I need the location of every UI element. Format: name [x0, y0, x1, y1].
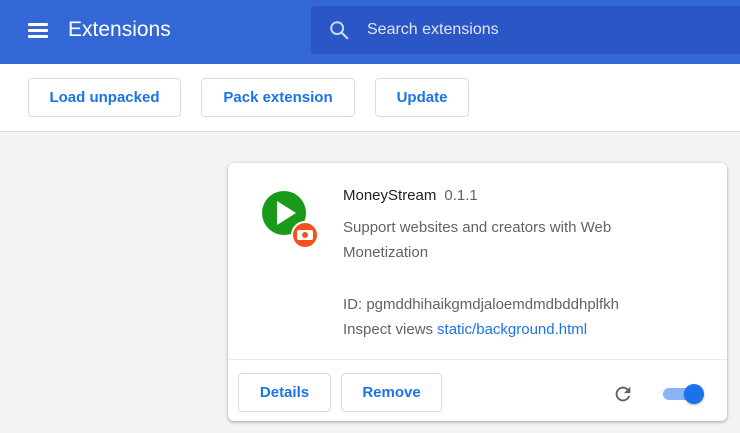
extension-version: 0.1.1 [444, 187, 478, 204]
extension-description: Support websites and creators with Web M… [343, 219, 612, 261]
toggle-knob [684, 384, 704, 404]
app-header: Extensions [0, 0, 740, 64]
extension-card: MoneyStream 0.1.1 Support websites and cr… [228, 163, 727, 421]
page-title: Extensions [68, 18, 171, 41]
enable-toggle[interactable] [663, 384, 705, 404]
extension-name-row: MoneyStream 0.1.1 [343, 187, 478, 204]
load-unpacked-button[interactable]: Load unpacked [28, 78, 181, 117]
inspect-views-row: Inspect views static/background.html [343, 321, 587, 338]
extension-id: pgmddhihaikgmdjaloemdmdbddhplfkh [366, 296, 619, 313]
developer-toolbar: Load unpacked Pack extension Update [0, 64, 740, 132]
inspect-views-label: Inspect views [343, 321, 434, 338]
hamburger-menu-icon[interactable] [28, 20, 52, 42]
reload-icon[interactable] [612, 383, 634, 405]
extension-icon [262, 191, 319, 249]
remove-button[interactable]: Remove [341, 373, 442, 412]
card-footer: Details Remove [228, 359, 727, 421]
details-button[interactable]: Details [238, 373, 331, 412]
record-badge-icon [291, 221, 319, 249]
search-input[interactable] [367, 18, 727, 42]
update-button[interactable]: Update [375, 78, 469, 117]
extension-id-label: ID: [343, 296, 363, 313]
search-box[interactable] [311, 6, 740, 54]
pack-extension-button[interactable]: Pack extension [201, 78, 355, 117]
search-icon [330, 21, 349, 40]
extension-id-row: ID: pgmddhihaikgmdjaloemdmdbddhplfkh [343, 296, 619, 313]
extension-name: MoneyStream [343, 187, 437, 204]
inspect-background-link[interactable]: static/background.html [437, 321, 587, 338]
